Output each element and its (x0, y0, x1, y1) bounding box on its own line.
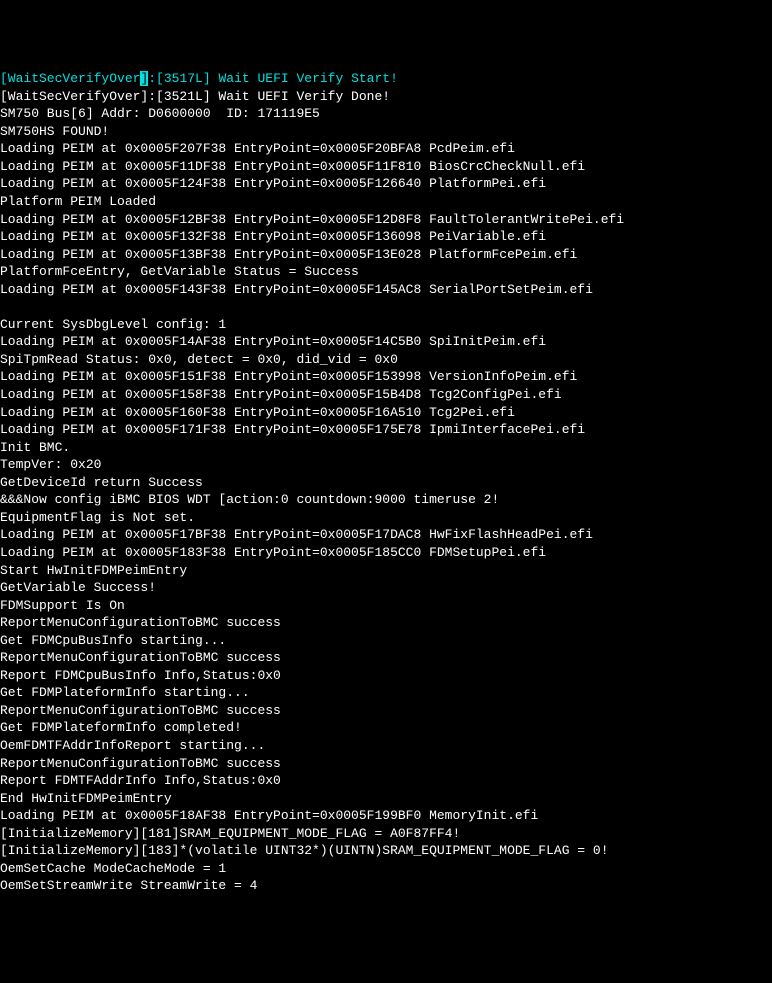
terminal-line: SM750 Bus[6] Addr: D0600000 ID: 171119E5 (0, 105, 772, 123)
terminal-text: ReportMenuConfigurationToBMC success (0, 703, 281, 718)
terminal-text: OemSetCache ModeCacheMode = 1 (0, 861, 226, 876)
terminal-text: Loading PEIM at 0x0005F132F38 EntryPoint… (0, 229, 546, 244)
terminal-text: Get FDMPlateformInfo completed! (0, 720, 242, 735)
terminal-text: Loading PEIM at 0x0005F18AF38 EntryPoint… (0, 808, 538, 823)
terminal-line: Loading PEIM at 0x0005F158F38 EntryPoint… (0, 386, 772, 404)
terminal-text: End HwInitFDMPeimEntry (0, 791, 172, 806)
terminal-line: Loading PEIM at 0x0005F12BF38 EntryPoint… (0, 211, 772, 229)
terminal-text: Loading PEIM at 0x0005F151F38 EntryPoint… (0, 369, 577, 384)
terminal-line: [InitializeMemory][181]SRAM_EQUIPMENT_MO… (0, 825, 772, 843)
terminal-line: SpiTpmRead Status: 0x0, detect = 0x0, di… (0, 351, 772, 369)
terminal-text: Loading PEIM at 0x0005F160F38 EntryPoint… (0, 405, 515, 420)
terminal-line: [WaitSecVerifyOver]:[3517L] Wait UEFI Ve… (0, 70, 772, 88)
terminal-line: Current SysDbgLevel config: 1 (0, 316, 772, 334)
terminal-line: ReportMenuConfigurationToBMC success (0, 755, 772, 773)
terminal-line: Loading PEIM at 0x0005F207F38 EntryPoint… (0, 140, 772, 158)
terminal-text: Loading PEIM at 0x0005F183F38 EntryPoint… (0, 545, 546, 560)
terminal-line: [WaitSecVerifyOver]:[3521L] Wait UEFI Ve… (0, 88, 772, 106)
terminal-text: ReportMenuConfigurationToBMC success (0, 756, 281, 771)
terminal-line: PlatformFceEntry, GetVariable Status = S… (0, 263, 772, 281)
terminal-text: SpiTpmRead Status: 0x0, detect = 0x0, di… (0, 352, 398, 367)
terminal-line: Loading PEIM at 0x0005F13BF38 EntryPoint… (0, 246, 772, 264)
terminal-line: Loading PEIM at 0x0005F151F38 EntryPoint… (0, 368, 772, 386)
terminal-text: GetVariable Success! (0, 580, 156, 595)
terminal-text: Loading PEIM at 0x0005F158F38 EntryPoint… (0, 387, 562, 402)
terminal-text: OemFDMTFAddrInfoReport starting... (0, 738, 265, 753)
terminal-line: Loading PEIM at 0x0005F18AF38 EntryPoint… (0, 807, 772, 825)
terminal-line: Loading PEIM at 0x0005F132F38 EntryPoint… (0, 228, 772, 246)
terminal-line: Loading PEIM at 0x0005F124F38 EntryPoint… (0, 175, 772, 193)
terminal-text: Loading PEIM at 0x0005F207F38 EntryPoint… (0, 141, 515, 156)
terminal-output: [WaitSecVerifyOver]:[3517L] Wait UEFI Ve… (0, 70, 772, 895)
terminal-text: Loading PEIM at 0x0005F17BF38 EntryPoint… (0, 527, 593, 542)
terminal-line: Loading PEIM at 0x0005F171F38 EntryPoint… (0, 421, 772, 439)
terminal-text: [WaitSecVerifyOver (0, 71, 140, 86)
terminal-text: EquipmentFlag is Not set. (0, 510, 195, 525)
terminal-text: ReportMenuConfigurationToBMC success (0, 615, 281, 630)
terminal-text: TempVer: 0x20 (0, 457, 101, 472)
terminal-line: GetDeviceId return Success (0, 474, 772, 492)
terminal-text: GetDeviceId return Success (0, 475, 203, 490)
terminal-text: OemSetStreamWrite StreamWrite = 4 (0, 878, 257, 893)
terminal-text: Platform PEIM Loaded (0, 194, 156, 209)
terminal-line: FDMSupport Is On (0, 597, 772, 615)
terminal-text: Current SysDbgLevel config: 1 (0, 317, 226, 332)
terminal-text: Loading PEIM at 0x0005F171F38 EntryPoint… (0, 422, 585, 437)
terminal-line (0, 298, 772, 316)
terminal-line: End HwInitFDMPeimEntry (0, 790, 772, 808)
terminal-text: ReportMenuConfigurationToBMC success (0, 650, 281, 665)
terminal-line: Get FDMCpuBusInfo starting... (0, 632, 772, 650)
terminal-line: OemSetStreamWrite StreamWrite = 4 (0, 877, 772, 895)
terminal-line: Loading PEIM at 0x0005F11DF38 EntryPoint… (0, 158, 772, 176)
terminal-line: OemFDMTFAddrInfoReport starting... (0, 737, 772, 755)
terminal-text: Loading PEIM at 0x0005F124F38 EntryPoint… (0, 176, 546, 191)
terminal-line: Get FDMPlateformInfo completed! (0, 719, 772, 737)
terminal-text: Loading PEIM at 0x0005F11DF38 EntryPoint… (0, 159, 585, 174)
terminal-line: TempVer: 0x20 (0, 456, 772, 474)
terminal-line: ReportMenuConfigurationToBMC success (0, 614, 772, 632)
terminal-line: ReportMenuConfigurationToBMC success (0, 649, 772, 667)
terminal-text: Report FDMTFAddrInfo Info,Status:0x0 (0, 773, 281, 788)
terminal-text: :[3517L] Wait UEFI Verify Start! (148, 71, 398, 86)
terminal-text: Loading PEIM at 0x0005F13BF38 EntryPoint… (0, 247, 577, 262)
terminal-text: SM750 Bus[6] Addr: D0600000 ID: 171119E5 (0, 106, 320, 121)
terminal-text: [InitializeMemory][183]*(volatile UINT32… (0, 843, 609, 858)
terminal-text: Init BMC. (0, 440, 70, 455)
terminal-text: FDMSupport Is On (0, 598, 125, 613)
terminal-line: Report FDMTFAddrInfo Info,Status:0x0 (0, 772, 772, 790)
terminal-line: Start HwInitFDMPeimEntry (0, 562, 772, 580)
terminal-text: Loading PEIM at 0x0005F14AF38 EntryPoint… (0, 334, 546, 349)
terminal-text: Report FDMCpuBusInfo Info,Status:0x0 (0, 668, 281, 683)
terminal-text: Loading PEIM at 0x0005F12BF38 EntryPoint… (0, 212, 624, 227)
terminal-text: [InitializeMemory][181]SRAM_EQUIPMENT_MO… (0, 826, 460, 841)
terminal-text: Get FDMPlateformInfo starting... (0, 685, 250, 700)
terminal-text: PlatformFceEntry, GetVariable Status = S… (0, 264, 359, 279)
terminal-text: [WaitSecVerifyOver]:[3521L] Wait UEFI Ve… (0, 89, 390, 104)
terminal-line: Loading PEIM at 0x0005F183F38 EntryPoint… (0, 544, 772, 562)
terminal-line: Loading PEIM at 0x0005F14AF38 EntryPoint… (0, 333, 772, 351)
terminal-line: Init BMC. (0, 439, 772, 457)
terminal-line: ReportMenuConfigurationToBMC success (0, 702, 772, 720)
terminal-line: OemSetCache ModeCacheMode = 1 (0, 860, 772, 878)
terminal-line: SM750HS FOUND! (0, 123, 772, 141)
terminal-line: Loading PEIM at 0x0005F160F38 EntryPoint… (0, 404, 772, 422)
terminal-line: Report FDMCpuBusInfo Info,Status:0x0 (0, 667, 772, 685)
terminal-line: [InitializeMemory][183]*(volatile UINT32… (0, 842, 772, 860)
terminal-text (0, 299, 8, 314)
terminal-text: &&&Now config iBMC BIOS WDT [action:0 co… (0, 492, 499, 507)
terminal-line: Platform PEIM Loaded (0, 193, 772, 211)
terminal-line: GetVariable Success! (0, 579, 772, 597)
terminal-text: Get FDMCpuBusInfo starting... (0, 633, 226, 648)
terminal-line: &&&Now config iBMC BIOS WDT [action:0 co… (0, 491, 772, 509)
terminal-line: Loading PEIM at 0x0005F143F38 EntryPoint… (0, 281, 772, 299)
terminal-line: Get FDMPlateformInfo starting... (0, 684, 772, 702)
terminal-text: Loading PEIM at 0x0005F143F38 EntryPoint… (0, 282, 593, 297)
terminal-line: EquipmentFlag is Not set. (0, 509, 772, 527)
terminal-text: Start HwInitFDMPeimEntry (0, 563, 187, 578)
terminal-line: Loading PEIM at 0x0005F17BF38 EntryPoint… (0, 526, 772, 544)
terminal-text: SM750HS FOUND! (0, 124, 109, 139)
